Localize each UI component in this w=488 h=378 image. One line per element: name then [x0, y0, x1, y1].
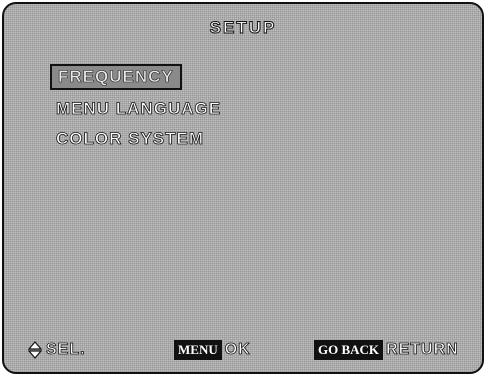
ok-label: OK: [224, 341, 251, 359]
menu-title: SETUP: [209, 18, 277, 38]
return-label: RETURN: [386, 341, 459, 359]
menu-item-frequency[interactable]: FREQUENCY: [50, 64, 182, 90]
menu-key-badge: MENU: [174, 340, 222, 360]
footer-hints: SEL. MENU OK GO BACK RETURN: [4, 338, 482, 362]
go-back-key-badge: GO BACK: [314, 340, 384, 360]
menu-item-color-system[interactable]: COLOR SYSTEM: [50, 124, 227, 154]
up-down-arrow-icon: [28, 341, 42, 359]
ok-hint: MENU OK: [174, 338, 251, 362]
select-label: SEL.: [46, 341, 86, 359]
select-hint: SEL.: [28, 338, 86, 362]
return-hint: GO BACK RETURN: [314, 338, 459, 362]
setup-menu: FREQUENCY MENU LANGUAGE COLOR SYSTEM: [50, 64, 227, 154]
menu-item-menu-language[interactable]: MENU LANGUAGE: [50, 94, 227, 124]
setup-screen: SETUP FREQUENCY MENU LANGUAGE COLOR SYST…: [2, 2, 484, 374]
